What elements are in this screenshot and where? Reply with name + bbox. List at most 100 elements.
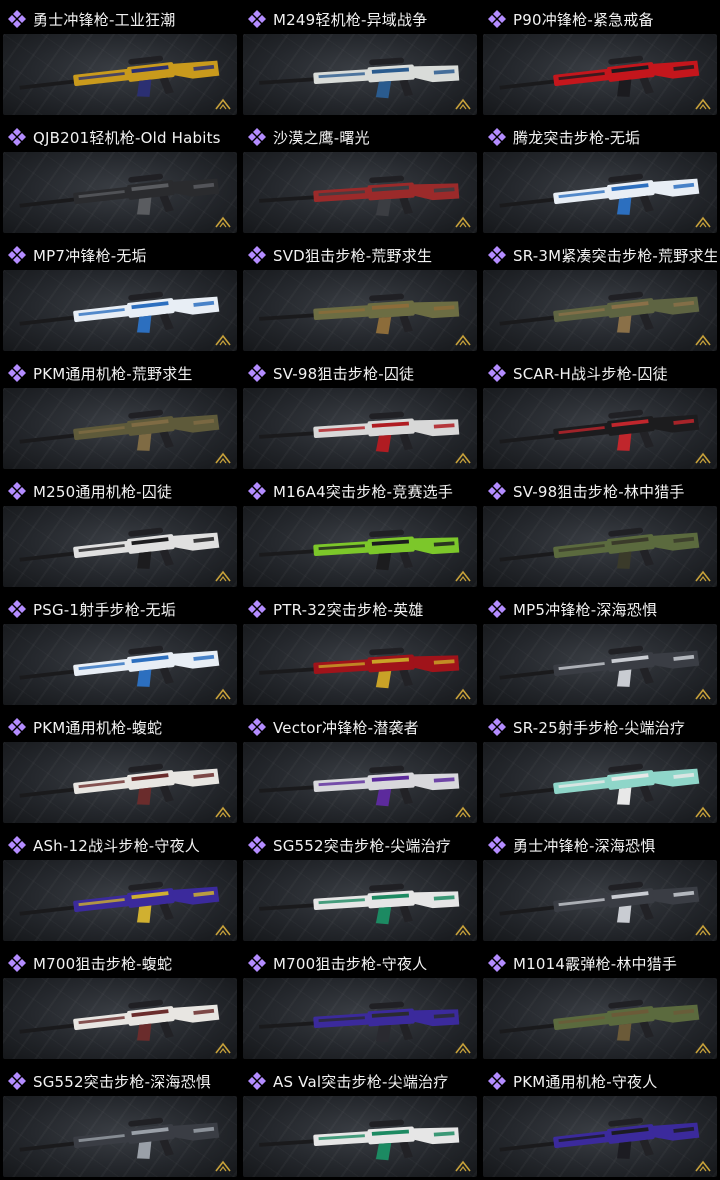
card-header: PKM通用机枪-荒野求生: [3, 358, 237, 388]
skin-card[interactable]: PKM通用机枪-荒野求生: [0, 354, 240, 472]
skin-title: PKM通用机枪-荒野求生: [33, 364, 193, 383]
weapon-image: [259, 175, 460, 216]
weapon-preview[interactable]: [243, 388, 477, 469]
skin-card[interactable]: SR-3M紧凑突击步枪-荒野求生: [480, 236, 720, 354]
skin-card[interactable]: 腾龙突击步枪-无垢: [480, 118, 720, 236]
skin-title: SCAR-H战斗步枪-囚徒: [513, 364, 668, 383]
card-header: SV-98狙击步枪-林中猎手: [483, 476, 717, 506]
rarity-icon: [487, 599, 507, 619]
rarity-icon: [7, 953, 27, 973]
rarity-icon: [7, 127, 27, 147]
weapon-preview[interactable]: [243, 742, 477, 823]
skin-card[interactable]: M250通用机枪-囚徒: [0, 472, 240, 590]
skin-card[interactable]: SCAR-H战斗步枪-囚徒: [480, 354, 720, 472]
skin-card[interactable]: SV-98狙击步枪-林中猎手: [480, 472, 720, 590]
card-header: SR-25射手步枪-尖端治疗: [483, 712, 717, 742]
weapon-preview[interactable]: [3, 860, 237, 941]
gold-chevron-icon: [695, 334, 711, 346]
weapon-preview[interactable]: [483, 978, 717, 1059]
gold-chevron-icon: [455, 452, 471, 464]
gold-chevron-icon: [215, 452, 231, 464]
card-header: SG552突击步枪-深海恐惧: [3, 1066, 237, 1096]
card-header: 沙漠之鹰-曙光: [243, 122, 477, 152]
skin-card[interactable]: M700狙击步枪-蝮蛇: [0, 944, 240, 1062]
weapon-preview[interactable]: [483, 742, 717, 823]
weapon-preview[interactable]: [3, 1096, 237, 1177]
skin-title: M250通用机枪-囚徒: [33, 482, 173, 501]
gold-chevron-icon: [215, 1042, 231, 1054]
weapon-preview[interactable]: [3, 388, 237, 469]
skin-card[interactable]: MP5冲锋枪-深海恐惧: [480, 590, 720, 708]
skin-card[interactable]: PSG-1射手步枪-无垢: [0, 590, 240, 708]
rarity-icon: [487, 363, 507, 383]
skin-card[interactable]: MP7冲锋枪-无垢: [0, 236, 240, 354]
skin-title: SG552突击步枪-深海恐惧: [33, 1072, 211, 1091]
skin-card[interactable]: P90冲锋枪-紧急戒备: [480, 0, 720, 118]
weapon-preview[interactable]: [483, 34, 717, 115]
card-header: 勇士冲锋枪-工业狂潮: [3, 4, 237, 34]
skin-card[interactable]: SR-25射手步枪-尖端治疗: [480, 708, 720, 826]
weapon-preview[interactable]: [483, 860, 717, 941]
skin-card[interactable]: SV-98狙击步枪-囚徒: [240, 354, 480, 472]
weapon-preview[interactable]: [483, 506, 717, 587]
skin-card[interactable]: M700狙击步枪-守夜人: [240, 944, 480, 1062]
gold-chevron-icon: [455, 1042, 471, 1054]
weapon-preview[interactable]: [483, 152, 717, 233]
skin-card[interactable]: QJB201轻机枪-Old Habits: [0, 118, 240, 236]
weapon-preview[interactable]: [243, 34, 477, 115]
weapon-preview[interactable]: [3, 34, 237, 115]
weapon-preview[interactable]: [483, 270, 717, 351]
gold-chevron-icon: [695, 216, 711, 228]
weapon-preview[interactable]: [243, 624, 477, 705]
weapon-preview[interactable]: [3, 506, 237, 587]
skin-card[interactable]: M16A4突击步枪-竞赛选手: [240, 472, 480, 590]
skin-card[interactable]: 勇士冲锋枪-工业狂潮: [0, 0, 240, 118]
skin-card[interactable]: SG552突击步枪-尖端治疗: [240, 826, 480, 944]
weapon-preview[interactable]: [3, 624, 237, 705]
skin-card[interactable]: 勇士冲锋枪-深海恐惧: [480, 826, 720, 944]
weapon-preview[interactable]: [483, 624, 717, 705]
skin-title: 勇士冲锋枪-深海恐惧: [513, 836, 656, 855]
card-header: M700狙击步枪-蝮蛇: [3, 948, 237, 978]
skin-card[interactable]: PKM通用机枪-守夜人: [480, 1062, 720, 1180]
weapon-image: [499, 291, 700, 333]
skin-card[interactable]: M1014霰弹枪-林中猎手: [480, 944, 720, 1062]
card-header: Vector冲锋枪-潜袭者: [243, 712, 477, 742]
skin-card[interactable]: 沙漠之鹰-曙光: [240, 118, 480, 236]
skin-card[interactable]: PKM通用机枪-蝮蛇: [0, 708, 240, 826]
weapon-preview[interactable]: [243, 270, 477, 351]
rarity-icon: [247, 127, 267, 147]
weapon-preview[interactable]: [243, 978, 477, 1059]
rarity-icon: [7, 599, 27, 619]
weapon-preview[interactable]: [243, 860, 477, 941]
weapon-preview[interactable]: [3, 978, 237, 1059]
skin-card[interactable]: ASh-12战斗步枪-守夜人: [0, 826, 240, 944]
weapon-preview[interactable]: [483, 1096, 717, 1177]
gold-chevron-icon: [695, 570, 711, 582]
skin-card[interactable]: M249轻机枪-异域战争: [240, 0, 480, 118]
gold-chevron-icon: [455, 1160, 471, 1172]
weapon-image: [259, 411, 460, 452]
weapon-preview[interactable]: [243, 1096, 477, 1177]
weapon-image: [499, 645, 700, 687]
weapon-image: [259, 529, 460, 570]
skin-card[interactable]: SVD狙击步枪-荒野求生: [240, 236, 480, 354]
weapon-preview[interactable]: [3, 742, 237, 823]
weapon-image: [259, 765, 460, 806]
weapon-preview[interactable]: [243, 152, 477, 233]
skin-card[interactable]: SG552突击步枪-深海恐惧: [0, 1062, 240, 1180]
skin-card[interactable]: PTR-32突击步枪-英雄: [240, 590, 480, 708]
weapon-preview[interactable]: [3, 152, 237, 233]
skin-card[interactable]: Vector冲锋枪-潜袭者: [240, 708, 480, 826]
rarity-icon: [7, 363, 27, 383]
rarity-icon: [247, 9, 267, 29]
skin-title: MP5冲锋枪-深海恐惧: [513, 600, 658, 619]
weapon-image: [259, 647, 460, 688]
card-header: P90冲锋枪-紧急戒备: [483, 4, 717, 34]
rarity-icon: [487, 953, 507, 973]
gold-chevron-icon: [695, 1042, 711, 1054]
weapon-preview[interactable]: [483, 388, 717, 469]
weapon-preview[interactable]: [243, 506, 477, 587]
skin-card[interactable]: AS Val突击步枪-尖端治疗: [240, 1062, 480, 1180]
weapon-preview[interactable]: [3, 270, 237, 351]
